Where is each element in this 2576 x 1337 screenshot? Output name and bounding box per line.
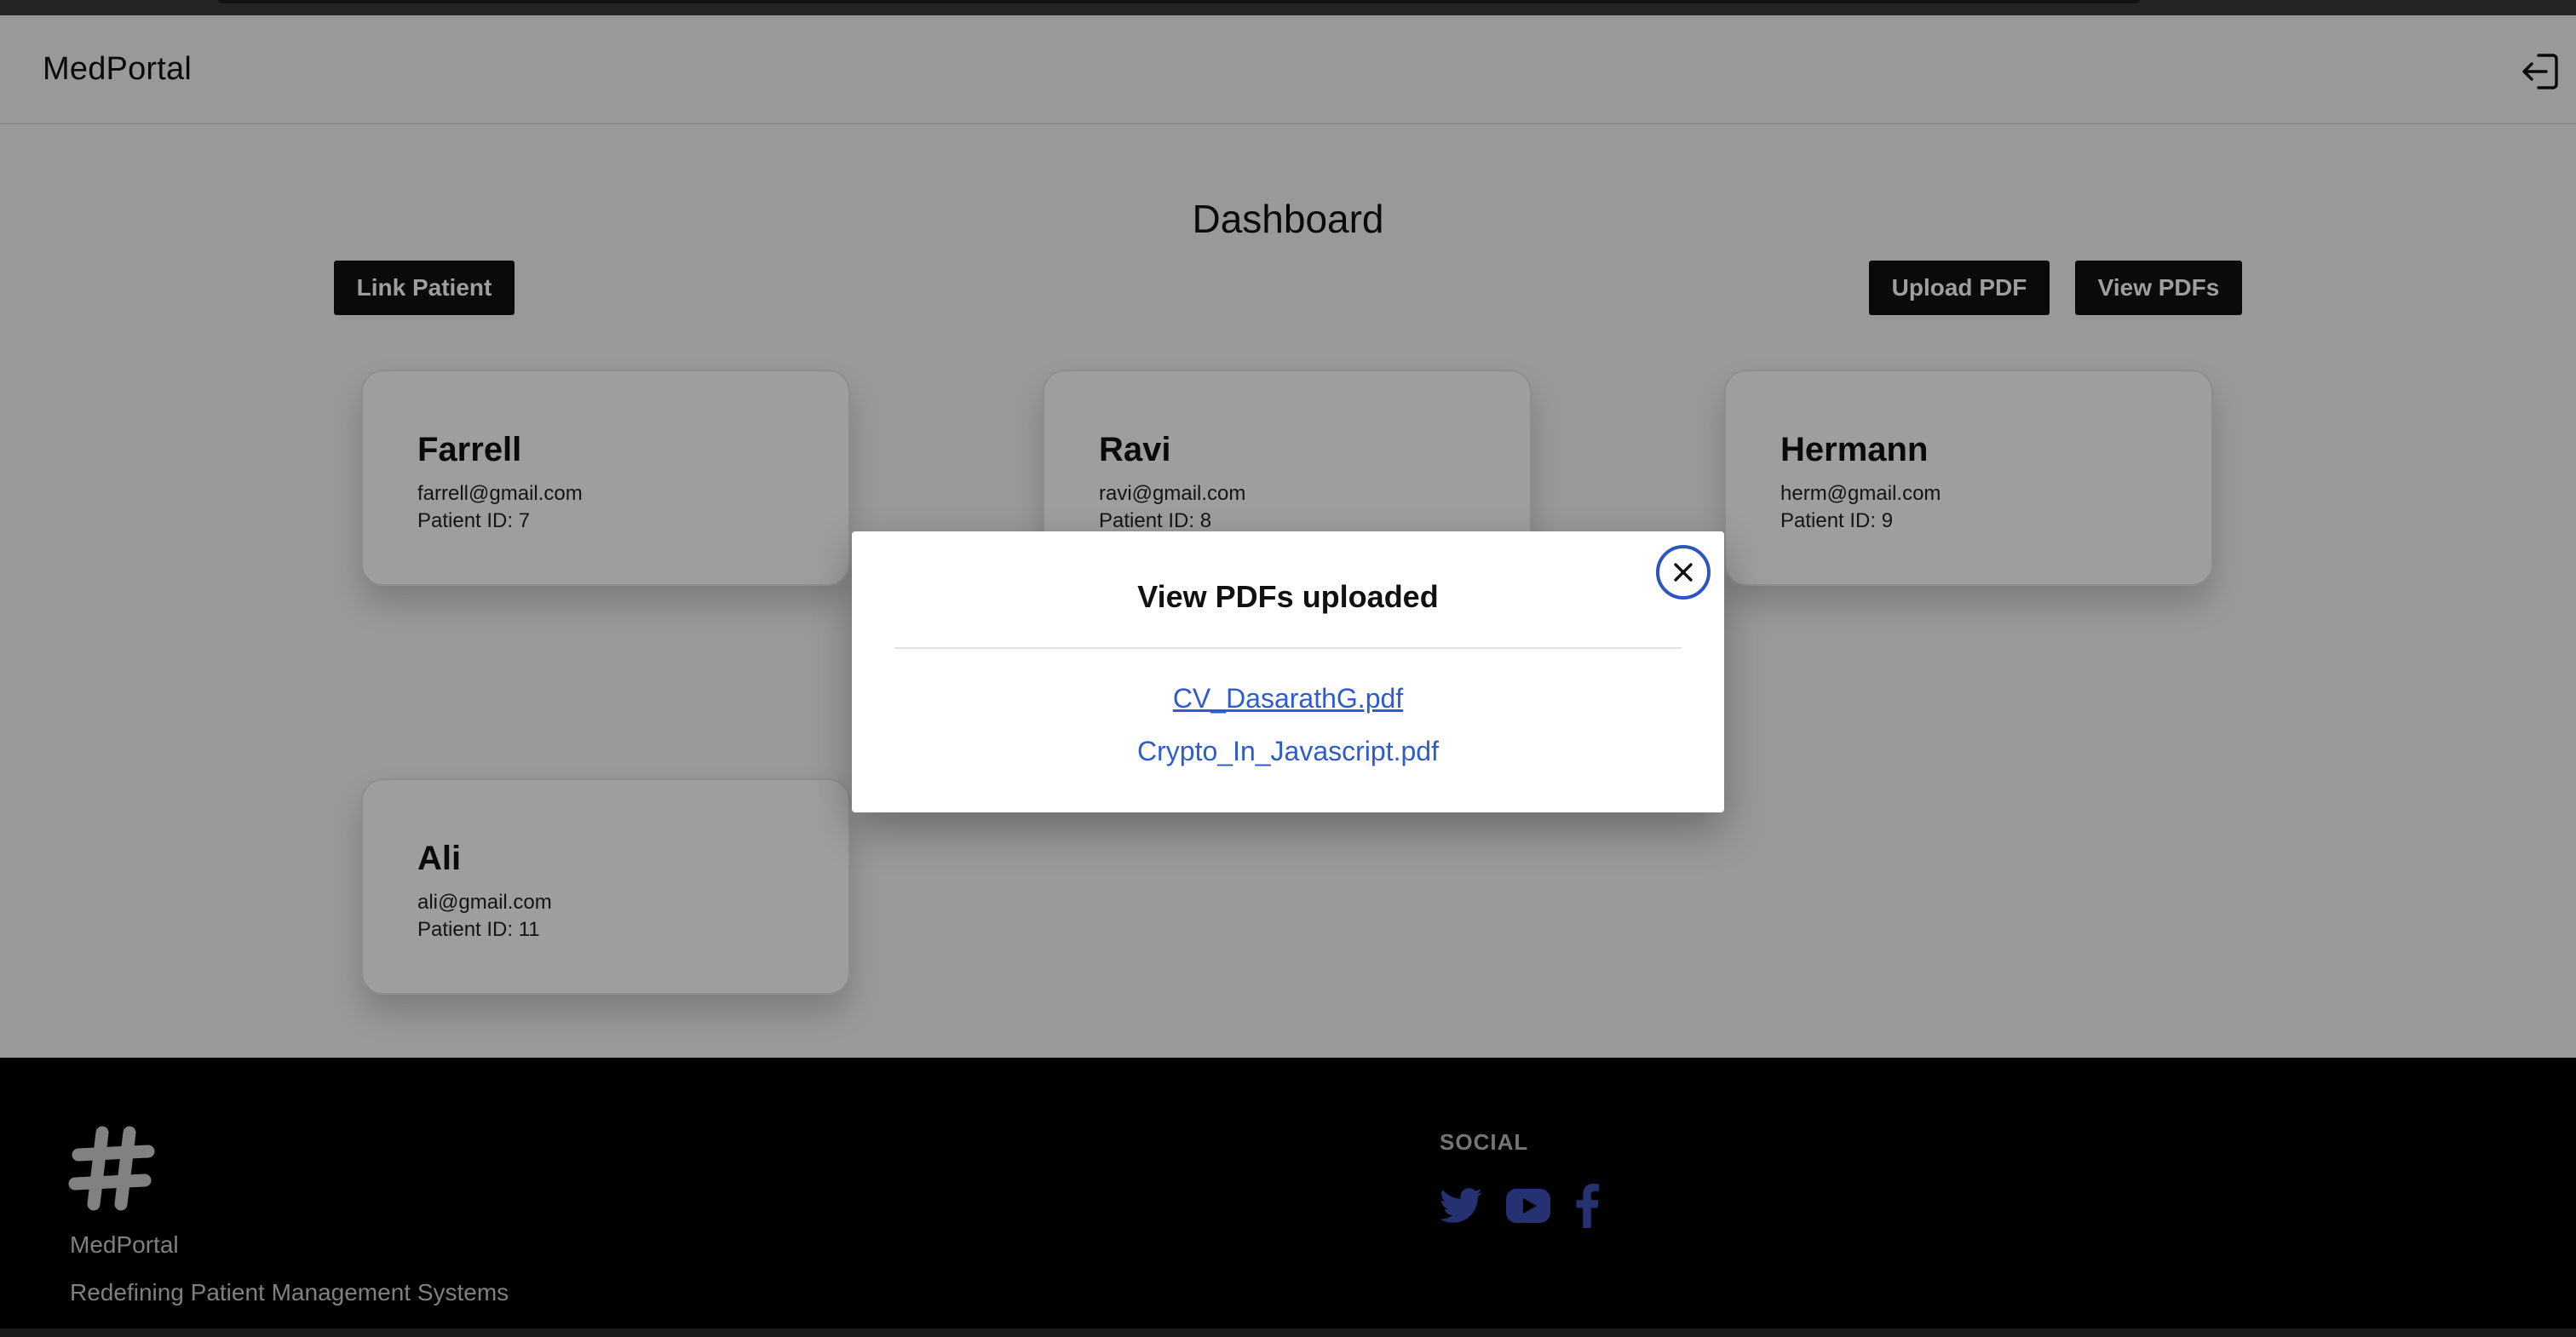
pdf-link[interactable]: CV_DasarathG.pdf <box>852 683 1724 714</box>
pdf-link[interactable]: Crypto_In_Javascript.pdf <box>852 736 1724 767</box>
view-pdfs-modal: View PDFs uploaded CV_DasarathG.pdf Cryp… <box>852 531 1724 812</box>
modal-title: View PDFs uploaded <box>1137 579 1439 614</box>
modal-divider <box>894 647 1682 649</box>
close-icon[interactable] <box>1656 545 1711 600</box>
